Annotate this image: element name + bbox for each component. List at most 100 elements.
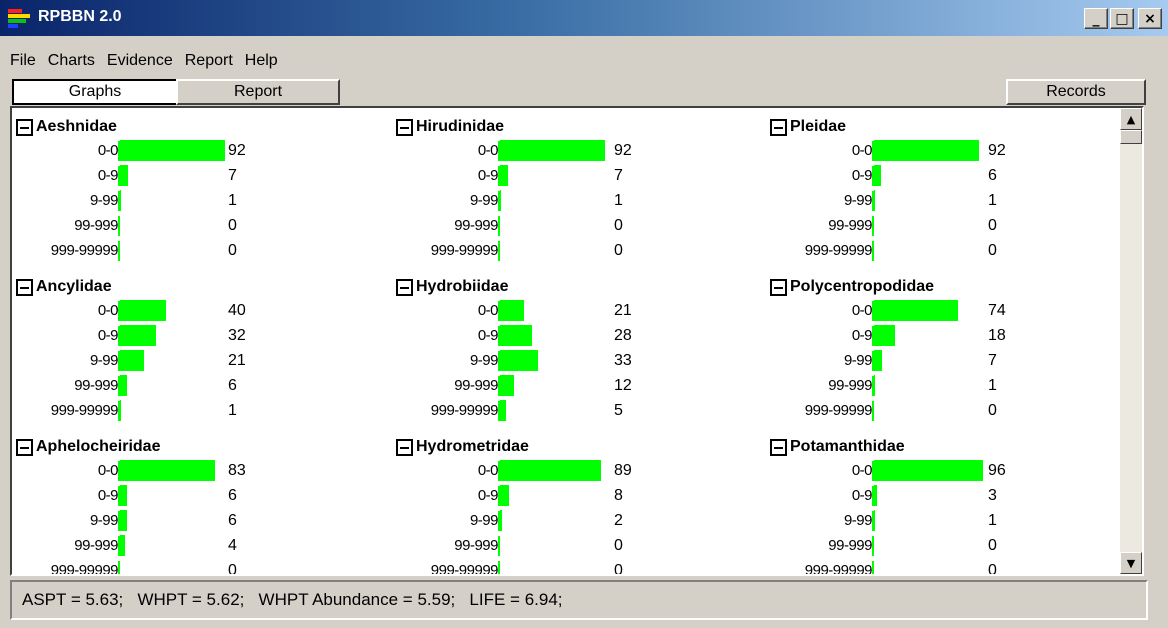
- tick-label: 99-999: [454, 217, 498, 234]
- bar: [500, 375, 514, 396]
- collapse-icon[interactable]: [770, 118, 787, 136]
- chart-row: 999-99999 0: [770, 399, 1142, 423]
- tick-label: 0-0: [477, 302, 499, 319]
- chart-group: Potamanthidae 0-0 96 0-9 3 9-99 1 99-999 0 999-99…: [770, 436, 1142, 576]
- collapse-icon[interactable]: [396, 118, 413, 136]
- data-label: 0: [228, 217, 237, 234]
- menu-file[interactable]: File: [8, 52, 44, 70]
- tick-label: 999-99999: [50, 402, 119, 419]
- bar: [500, 190, 501, 211]
- bar: [500, 485, 509, 506]
- menu-help[interactable]: Help: [243, 52, 286, 70]
- data-label: 21: [614, 302, 632, 319]
- maximize-button[interactable]: □: [1110, 8, 1134, 29]
- data-label: 0: [228, 242, 237, 259]
- chart-row: 0-0 96: [770, 459, 1142, 483]
- collapse-icon[interactable]: [16, 118, 33, 136]
- bar: [120, 510, 127, 531]
- chart-row: 0-9 8: [396, 484, 768, 508]
- tick-label: 0-9: [97, 327, 119, 344]
- scroll-down-icon[interactable]: ▼: [1120, 552, 1142, 574]
- bar-axis: [498, 561, 500, 574]
- chart-row: 9-99 33: [396, 349, 768, 373]
- chart-header: Aphelocheiridae: [16, 436, 160, 458]
- tick-label: 0-9: [477, 487, 499, 504]
- menu-bar: File Charts Evidence Report Help: [0, 44, 288, 78]
- minimize-button[interactable]: _: [1084, 8, 1108, 29]
- chart-row: 99-999 12: [396, 374, 768, 398]
- bar: [874, 460, 983, 481]
- data-label: 18: [988, 327, 1006, 344]
- collapse-icon[interactable]: [396, 438, 413, 456]
- tick-label: 99-999: [74, 377, 118, 394]
- tick-label: 0-0: [97, 142, 119, 159]
- bar: [874, 190, 875, 211]
- chart-row: 99-999 0: [396, 534, 768, 558]
- data-label: 1: [988, 377, 997, 394]
- scroll-thumb[interactable]: [1120, 130, 1142, 144]
- window-title: RPBBN 2.0: [38, 8, 122, 25]
- collapse-icon[interactable]: [770, 438, 787, 456]
- tick-label: 999-99999: [804, 402, 873, 419]
- collapse-icon[interactable]: [16, 278, 33, 296]
- bar-axis: [872, 401, 874, 421]
- tick-label: 999-99999: [50, 562, 119, 576]
- title-bar[interactable]: RPBBN 2.0 _ □ ×: [0, 0, 1168, 36]
- app-bar-icon[interactable]: [8, 9, 30, 28]
- tick-label: 999-99999: [804, 562, 873, 576]
- scroll-up-icon[interactable]: ▲: [1120, 108, 1142, 130]
- tick-label: 0-9: [851, 167, 873, 184]
- tick-label: 0-0: [851, 462, 873, 479]
- data-label: 7: [988, 352, 997, 369]
- tick-label: 0-9: [477, 167, 499, 184]
- tick-label: 0-9: [477, 327, 499, 344]
- chart-header: Pleidae: [770, 116, 846, 138]
- tick-label: 0-0: [97, 302, 119, 319]
- tab-report[interactable]: Report: [176, 79, 340, 105]
- tick-label: 99-999: [828, 217, 872, 234]
- data-label: 1: [228, 402, 237, 419]
- bar: [874, 375, 875, 396]
- chart-row: 99-999 1: [770, 374, 1142, 398]
- chart-row: 9-99 2: [396, 509, 768, 533]
- bar: [500, 300, 524, 321]
- chart-row: 0-9 32: [16, 324, 388, 348]
- menu-charts[interactable]: Charts: [46, 52, 103, 70]
- bar: [120, 300, 166, 321]
- bar-axis: [498, 241, 500, 261]
- chart-title: Hirudinidae: [416, 118, 505, 135]
- chart-title: Potamanthidae: [790, 438, 905, 455]
- data-label: 89: [614, 462, 632, 479]
- bar: [874, 300, 958, 321]
- tick-label: 9-99: [469, 192, 499, 209]
- collapse-icon[interactable]: [16, 438, 33, 456]
- collapse-icon[interactable]: [770, 278, 787, 296]
- chart-row: 99-999 0: [770, 214, 1142, 238]
- collapse-icon[interactable]: [396, 278, 413, 296]
- tick-label: 0-0: [477, 462, 499, 479]
- chart-row: 0-0 89: [396, 459, 768, 483]
- bar: [120, 165, 128, 186]
- vertical-scrollbar[interactable]: ▲ ▼: [1120, 108, 1142, 574]
- chart-group: Ancylidae 0-0 40 0-9 32 9-99 21 99-999 6 999-9999…: [16, 276, 388, 436]
- bar: [120, 535, 125, 556]
- tab-graphs[interactable]: Graphs: [12, 79, 178, 105]
- menu-evidence[interactable]: Evidence: [105, 52, 181, 70]
- chart-title: Polycentropodidae: [790, 278, 935, 295]
- tab-records[interactable]: Records: [1006, 79, 1146, 105]
- tick-label: 999-99999: [50, 242, 119, 259]
- tick-label: 999-99999: [430, 562, 499, 576]
- data-label: 5: [614, 402, 623, 419]
- bar: [120, 140, 225, 161]
- menu-report[interactable]: Report: [183, 52, 241, 70]
- data-label: 74: [988, 302, 1006, 319]
- bar-axis: [118, 241, 120, 261]
- bar: [500, 400, 506, 421]
- close-button[interactable]: ×: [1138, 8, 1162, 29]
- tick-label: 0-9: [97, 487, 119, 504]
- tick-label: 9-99: [469, 512, 499, 529]
- chart-row: 0-9 28: [396, 324, 768, 348]
- data-label: 7: [228, 167, 237, 184]
- bar-axis: [118, 216, 120, 236]
- chart-row: 0-0 83: [16, 459, 388, 483]
